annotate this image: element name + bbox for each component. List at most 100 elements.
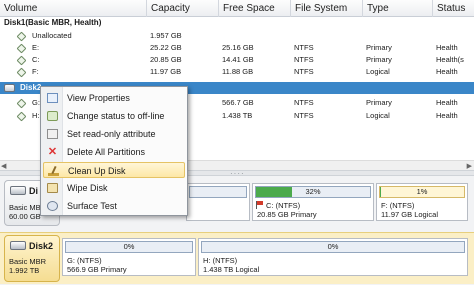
free-space-cell: 1.438 TB [222, 111, 253, 120]
type-cell: Logical [366, 67, 390, 76]
menu-item-surface-test[interactable]: Surface Test [43, 198, 185, 214]
menu-item-wipe-disk[interactable]: Wipe Disk [43, 180, 185, 196]
partition-label: G: (NTFS) [67, 256, 102, 265]
disk-context-menu: View Properties Change status to off-lin… [40, 86, 188, 216]
clean-icon [48, 166, 59, 176]
disk-icon [4, 84, 15, 92]
status-cell: Health [436, 67, 458, 76]
partition-block-disk1-e[interactable] [186, 183, 250, 221]
disk2-card[interactable]: Disk2 Basic MBR 1.992 TB [4, 235, 60, 282]
menu-item-label: Clean Up Disk [68, 166, 126, 176]
free-space-cell: 14.41 GB [222, 55, 254, 64]
wipe-icon [47, 183, 58, 193]
column-header-volume[interactable]: Volume [0, 0, 146, 17]
partition-details: 11.97 GB Logical [381, 210, 438, 219]
partition-icon [16, 31, 27, 42]
partition-icon [16, 55, 27, 66]
file-system-cell: NTFS [294, 98, 314, 107]
table-row[interactable]: C: 20.85 GB 14.41 GB NTFS Primary Health… [0, 54, 474, 66]
partition-details: 20.85 GB Primary [257, 210, 317, 219]
partition-label: F: (NTFS) [381, 201, 415, 210]
column-header-type[interactable]: Type [362, 0, 432, 17]
partition-icon [16, 43, 27, 54]
usage-percent: 0% [123, 242, 135, 251]
column-header-capacity[interactable]: Capacity [146, 0, 218, 17]
status-icon [47, 111, 58, 121]
file-system-cell: NTFS [294, 43, 314, 52]
file-system-cell: NTFS [294, 67, 314, 76]
status-cell: Health(s [436, 55, 464, 64]
disk1-card-size: 60.00 GB [9, 212, 41, 221]
file-system-cell: NTFS [294, 55, 314, 64]
table-header: Volume Capacity Free Space File System T… [0, 0, 474, 17]
type-cell: Logical [366, 111, 390, 120]
menu-item-change-status[interactable]: Change status to off-line [43, 108, 185, 124]
partition-block-h[interactable]: 0% H: (NTFS) 1.438 TB Logical [198, 238, 468, 276]
free-space-cell: 566.7 GB [222, 98, 254, 107]
status-cell: Health [436, 111, 458, 120]
partition-label: C: (NTFS) [266, 201, 301, 210]
disk-icon [10, 241, 26, 250]
delete-icon: ✕ [47, 146, 58, 158]
partition-label: H: (NTFS) [203, 256, 238, 265]
disk2-label: Disk2 [20, 83, 42, 92]
type-cell: Primary [366, 43, 392, 52]
column-header-status[interactable]: Status [432, 0, 474, 17]
menu-item-label: Delete All Partitions [67, 147, 146, 157]
status-cell: Health [436, 98, 458, 107]
menu-item-label: Wipe Disk [67, 183, 108, 193]
table-row[interactable]: E: 25.22 GB 25.16 GB NTFS Primary Health [0, 42, 474, 54]
partition-icon [16, 98, 27, 109]
read-only-icon [47, 129, 58, 139]
table-row[interactable]: Unallocated 1.957 GB [0, 30, 474, 42]
volume-cell: H: [32, 111, 40, 120]
free-space-cell: 25.16 GB [222, 43, 254, 52]
capacity-cell: 11.97 GB [150, 67, 182, 76]
partition-icon [16, 111, 27, 122]
column-header-free-space[interactable]: Free Space [218, 0, 290, 17]
column-header-file-system[interactable]: File System [290, 0, 362, 17]
menu-item-label: Set read-only attribute [67, 129, 156, 139]
system-flag-icon [256, 201, 264, 209]
table-row-disk1[interactable]: Disk1(Basic MBR, Health) [0, 17, 474, 29]
partition-details: 566.9 GB Primary [67, 265, 127, 274]
menu-item-set-read-only[interactable]: Set read-only attribute [43, 126, 185, 142]
table-row[interactable]: F: 11.97 GB 11.88 GB NTFS Logical Health [0, 66, 474, 78]
capacity-cell: 20.85 GB [150, 55, 182, 64]
partition-details: 1.438 TB Logical [203, 265, 260, 274]
volume-cell: Unallocated [32, 31, 72, 40]
volume-cell: C: [32, 55, 40, 64]
volume-cell: E: [32, 43, 40, 52]
usage-percent: 32% [305, 187, 321, 196]
menu-item-label: Change status to off-line [67, 111, 165, 121]
usage-bar: 0% [201, 241, 465, 253]
file-system-cell: NTFS [294, 111, 314, 120]
disk-icon [10, 186, 26, 195]
partition-block-f[interactable]: 1% F: (NTFS) 11.97 GB Logical [376, 183, 468, 221]
disk1-card-name: Di [29, 186, 38, 196]
usage-bar [189, 186, 247, 198]
usage-percent: 1% [416, 187, 428, 196]
surface-test-icon [47, 201, 58, 211]
status-cell: Health [436, 43, 458, 52]
scroll-left-icon[interactable]: ◀ [1, 162, 6, 170]
menu-item-view-properties[interactable]: View Properties [43, 90, 185, 106]
menu-item-label: Surface Test [67, 201, 117, 211]
disk2-card-type: Basic MBR [9, 257, 47, 266]
properties-icon [47, 93, 58, 103]
scroll-right-icon[interactable]: ▶ [467, 162, 472, 170]
menu-item-clean-up-disk[interactable]: Clean Up Disk [43, 162, 185, 178]
volume-cell: F: [32, 67, 39, 76]
free-space-cell: 11.88 GB [222, 67, 254, 76]
type-cell: Primary [366, 98, 392, 107]
volume-cell: G: [32, 98, 40, 107]
usage-bar: 0% [65, 241, 193, 253]
capacity-cell: 1.957 GB [150, 31, 182, 40]
usage-percent: 0% [327, 242, 339, 251]
menu-item-delete-all-partitions[interactable]: ✕ Delete All Partitions [43, 144, 185, 160]
disk2-card-size: 1.992 TB [9, 266, 40, 275]
partition-icon [16, 67, 27, 78]
partition-block-c[interactable]: 32% C: (NTFS) 20.85 GB Primary [252, 183, 374, 221]
capacity-cell: 25.22 GB [150, 43, 182, 52]
partition-block-g[interactable]: 0% G: (NTFS) 566.9 GB Primary [62, 238, 196, 276]
